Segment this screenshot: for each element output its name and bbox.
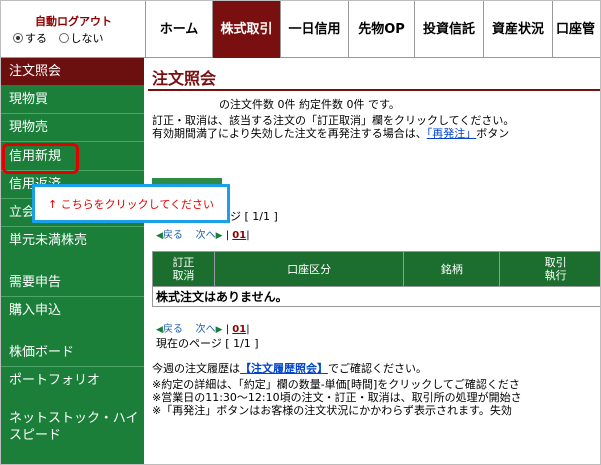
sidebar-divider (1, 226, 144, 227)
sidebar-menu: 注文照会 現物買 現物売 信用新規 信用返済 立会 単元未満株売 需要申告 購入… (1, 58, 144, 464)
auto-logout-off-option[interactable]: しない (58, 32, 104, 45)
tab-home[interactable]: ホーム (146, 1, 213, 58)
sidebar-item-portfolio[interactable]: ポートフォリオ (1, 370, 144, 392)
sidebar-item-stock-board[interactable]: 株価ボード (1, 342, 144, 364)
tab-asset-status[interactable]: 資産状況 (484, 1, 553, 58)
orders-table: 訂正 取消 口座区分 銘柄 取引 執行 株式注文はありません。 (152, 251, 600, 307)
tab-stock-trading[interactable]: 株式取引 (213, 1, 281, 58)
sidebar-divider (1, 296, 144, 297)
tab-futures-options[interactable]: 先物OP (349, 1, 415, 58)
auto-logout-panel: 自動ログアウト する しない (1, 1, 146, 58)
order-count-text: の注文件数 0件 約定件数 0件 です。 (219, 98, 400, 111)
reorder-link[interactable]: 「再発注」 (427, 127, 477, 140)
page-title: 注文照会 (152, 69, 217, 88)
history-text-post: でご確認ください。 (328, 362, 427, 375)
pager-page-number[interactable]: 01 (232, 324, 246, 335)
header-correct-cancel: 訂正 取消 (152, 251, 215, 287)
sidebar-divider (1, 366, 144, 367)
auto-logout-on-option[interactable]: する (13, 32, 47, 45)
sidebar-item-purchase-application[interactable]: 購入申込 (1, 300, 144, 322)
auto-logout-options: する しない (13, 30, 112, 46)
auto-logout-title: 自動ログアウト (35, 15, 112, 28)
empty-orders-message: 株式注文はありません。 (152, 286, 600, 307)
triangle-right-icon: ▶ (215, 231, 223, 241)
header-account-type: 口座区分 (213, 251, 405, 287)
radio-unselected-icon[interactable] (58, 33, 69, 43)
triangle-left-icon: ◀ (156, 325, 163, 335)
main-content: 注文照会 の注文件数 0件 約定件数 0件 です。 訂正・取消は、該当する注文の… (144, 58, 600, 464)
instruction-callout: ↑ こちらをクリックしてください (32, 184, 230, 223)
highlight-box (2, 143, 79, 174)
tab-account-management[interactable]: 口座管 (553, 1, 600, 58)
screenshot-frame: 自動ログアウト する しない ホーム 株式取引 一日信用 先物OP 投資信託 資… (0, 0, 601, 465)
radio-selected-icon[interactable] (13, 33, 23, 43)
history-text: 今週の注文履歴は【注文履歴照会】でご確認ください。 (152, 360, 427, 376)
sidebar-item-cash-sell[interactable]: 現物売 (1, 117, 144, 139)
sidebar-item-odd-lot-sell[interactable]: 単元未満株売 (1, 230, 144, 252)
history-text-pre: 今週の注文履歴は (152, 362, 240, 375)
pager-next-link[interactable]: 次へ (196, 230, 216, 241)
auto-logout-on-label: する (25, 32, 47, 45)
instruction-reorder: 有効期間満了により失効した注文を再発注する場合は、「再発注」ボタン (152, 125, 509, 141)
pager-top: ◀戻る 次へ▶ | 01| (156, 230, 250, 241)
sidebar-item-cash-buy[interactable]: 現物買 (1, 89, 144, 111)
auto-logout-off-label: しない (70, 32, 104, 45)
order-history-link[interactable]: 【注文履歴照会】 (240, 362, 328, 375)
pager-prev-link[interactable]: 戻る (163, 230, 183, 241)
tab-day-margin[interactable]: 一日信用 (281, 1, 349, 58)
pager-page-number[interactable]: 01 (232, 230, 246, 241)
header-stock-name: 銘柄 (403, 251, 501, 287)
header-trade-execution: 取引 執行 (499, 251, 600, 287)
current-page-bottom: 現在のページ [ 1/1 ] (156, 337, 259, 350)
table-header-row: 訂正 取消 口座区分 銘柄 取引 執行 (152, 251, 600, 287)
instruction-reorder-text: 有効期間満了により失効した注文を再発注する場合は、 (152, 127, 427, 140)
table-row: 株式注文はありません。 (152, 286, 600, 307)
triangle-left-icon: ◀ (156, 231, 163, 241)
pager-prev-link[interactable]: 戻る (163, 324, 183, 335)
sidebar-item-order-inquiry[interactable]: 注文照会 (1, 58, 144, 85)
callout-text: ↑ こちらをクリックしてください (47, 198, 215, 211)
pager-bottom: ◀戻る 次へ▶ | 01| (156, 324, 250, 335)
current-page-top: ジ [ 1/1 ] (230, 210, 278, 223)
sidebar-item-demand-report[interactable]: 需要申告 (1, 272, 144, 294)
title-divider (148, 89, 600, 91)
sidebar-divider (1, 141, 144, 142)
pager-next-link[interactable]: 次へ (196, 324, 216, 335)
tab-investment-trust[interactable]: 投資信託 (415, 1, 484, 58)
instruction-reorder-suffix: ボタン (476, 127, 510, 140)
sidebar-divider (1, 113, 144, 114)
triangle-right-icon: ▶ (215, 325, 223, 335)
top-navigation: ホーム 株式取引 一日信用 先物OP 投資信託 資産状況 口座管 (146, 1, 600, 58)
sidebar-item-netstock-highspeed[interactable]: ネットストック・ハイスピード (1, 410, 144, 446)
note-reorder-button: ※「再発注」ボタンはお客様の注文状況にかかわらず表示されます。失効 (152, 404, 512, 417)
